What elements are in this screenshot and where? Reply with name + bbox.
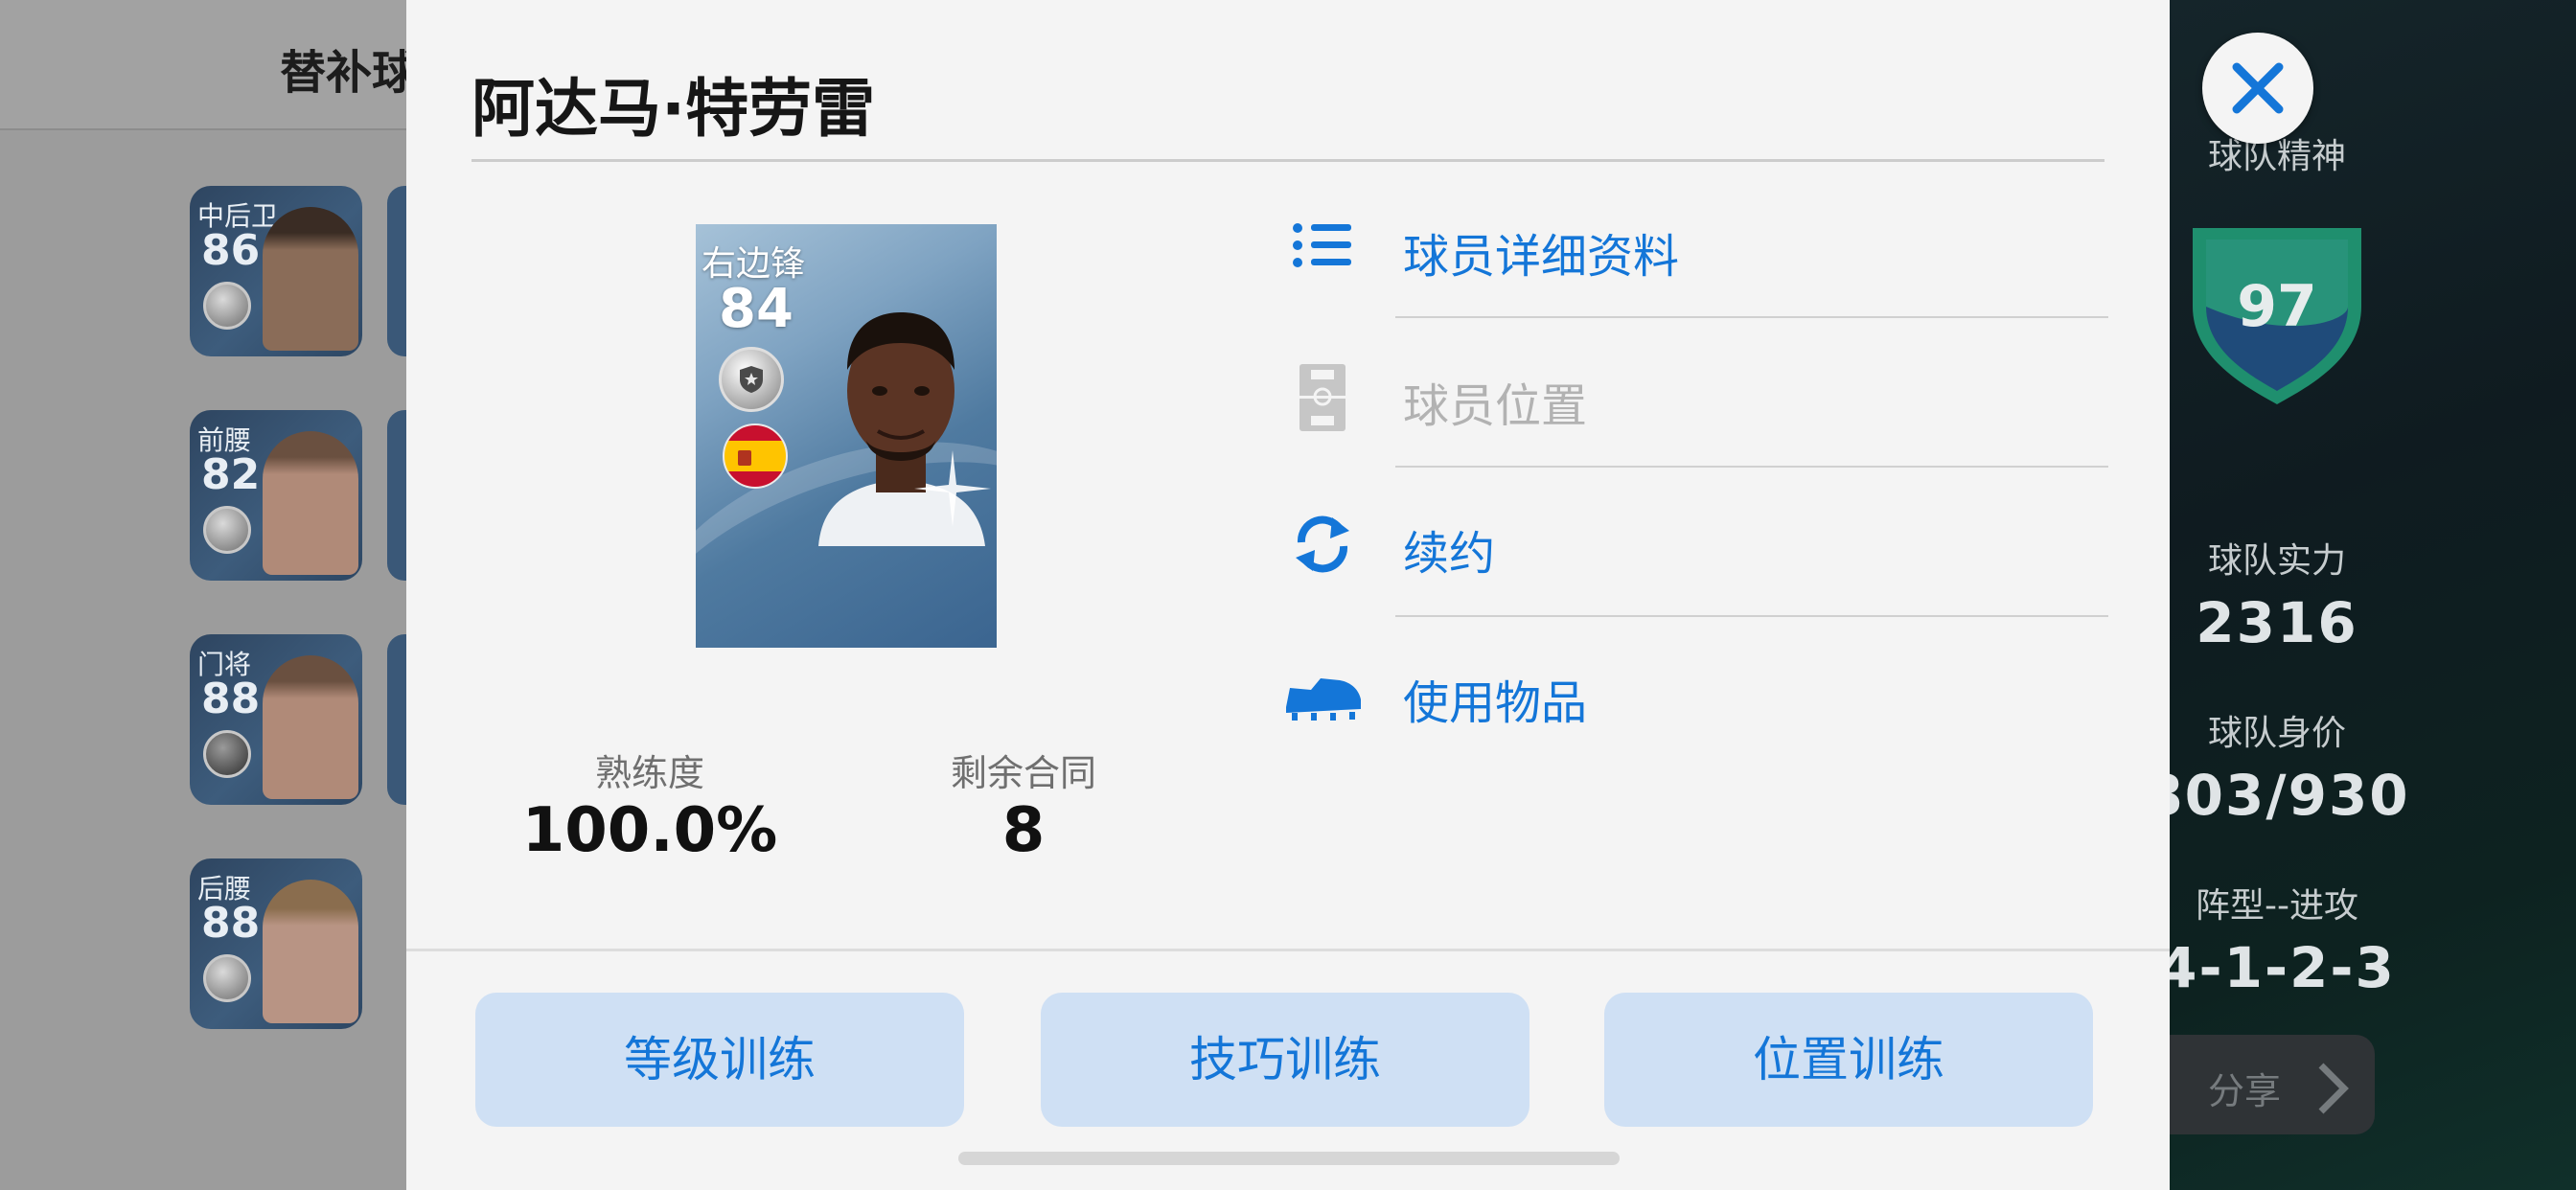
team-value-label: 球队身价: [2207, 714, 2346, 753]
close-icon: [2232, 62, 2284, 114]
league-badge-icon: [203, 506, 251, 554]
substitute-card-peek[interactable]: [387, 410, 408, 581]
team-spirit-value: 97: [2237, 273, 2317, 340]
substitute-rating: 88: [201, 675, 261, 723]
position-training-label: 位置训练: [1753, 1032, 1944, 1087]
home-indicator[interactable]: [958, 1152, 1620, 1165]
spain-flag-icon: [723, 423, 788, 489]
substitute-card-peek[interactable]: [387, 634, 408, 805]
formation-label: 阵型--进攻: [2196, 886, 2358, 926]
list-icon: [1293, 223, 1351, 267]
menu-divider: [1395, 466, 2108, 468]
proficiency-label: 熟练度: [594, 752, 704, 794]
league-badge-icon: [719, 347, 784, 412]
league-badge-icon: [203, 730, 251, 778]
sparkle-icon: [914, 450, 991, 527]
boot-icon: [1286, 678, 1361, 721]
player-action-modal: 阿达马·特劳雷 右边锋 84 熟练度 100.0% 剩余合同 8 球员详细资料 …: [406, 0, 2170, 1190]
league-badge-icon: [203, 282, 251, 330]
menu-player-position: 球员位置: [1288, 362, 2112, 506]
menu-use-item[interactable]: 使用物品: [1286, 659, 2112, 803]
refresh-icon: [1296, 515, 1349, 573]
share-button[interactable]: 分享: [2170, 1035, 2375, 1134]
menu-divider: [1395, 316, 2108, 318]
player-portrait: [263, 880, 358, 1023]
substitute-rating: 82: [201, 450, 261, 499]
menu-label: 球员位置: [1403, 379, 1588, 433]
substitutes-header: 替补球: [0, 0, 418, 130]
flag-crest: [738, 450, 751, 466]
team-spirit-shield-icon: 97: [2193, 228, 2361, 404]
player-portrait: [263, 207, 358, 351]
substitute-card[interactable]: 后腰 88: [190, 858, 362, 1029]
menu-player-details[interactable]: 球员详细资料: [1288, 213, 2112, 356]
player-portrait: [263, 655, 358, 799]
player-name: 阿达马·特劳雷: [472, 72, 876, 146]
menu-renew-contract[interactable]: 续约: [1288, 510, 2112, 653]
level-training-button[interactable]: 等级训练: [475, 993, 964, 1127]
title-divider: [472, 159, 2104, 162]
menu-divider: [1395, 615, 2108, 617]
level-training-label: 等级训练: [624, 1032, 816, 1087]
substitute-card[interactable]: 前腰 82: [190, 410, 362, 581]
contract-value: 8: [1001, 795, 1046, 866]
substitute-card-peek[interactable]: [387, 186, 408, 356]
substitute-card[interactable]: 门将 88: [190, 634, 362, 805]
contract-label: 剩余合同: [950, 752, 1096, 794]
substitutes-panel: 替补球 中后卫 86 前腰 82 门将 88 后腰 88: [0, 0, 418, 1190]
player-card: 右边锋 84: [696, 224, 997, 648]
substitute-card[interactable]: 中后卫 86: [190, 186, 362, 356]
position-training-button[interactable]: 位置训练: [1604, 993, 2093, 1127]
team-strength-label: 球队实力: [2207, 541, 2346, 581]
pitch-icon: [1300, 364, 1346, 431]
league-badge-icon: [203, 954, 251, 1002]
card-rating: 84: [719, 278, 794, 340]
substitutes-title: 替补球: [280, 46, 419, 100]
share-label: 分享: [2208, 1070, 2282, 1112]
substitute-rating: 88: [201, 899, 261, 948]
chevron-right-icon: [2318, 1063, 2349, 1114]
bottom-divider: [406, 949, 2170, 951]
menu-label: 续约: [1403, 527, 1496, 581]
proficiency-value: 100.0%: [521, 795, 778, 866]
skill-training-label: 技巧训练: [1189, 1032, 1381, 1087]
player-portrait: [263, 431, 358, 575]
skill-training-button[interactable]: 技巧训练: [1041, 993, 1530, 1127]
close-button[interactable]: [2202, 33, 2313, 144]
substitute-rating: 86: [201, 226, 261, 275]
menu-label: 球员详细资料: [1403, 230, 1680, 284]
menu-label: 使用物品: [1403, 676, 1588, 730]
